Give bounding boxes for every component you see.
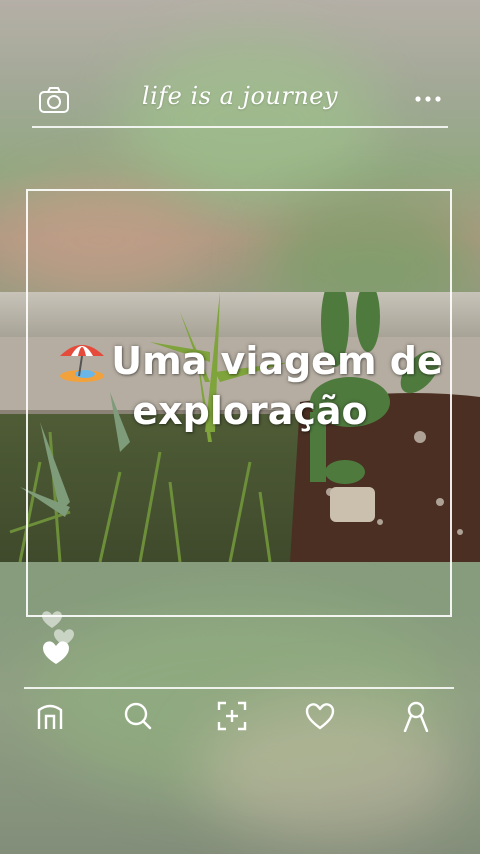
nav-divider bbox=[24, 687, 454, 689]
bottom-nav bbox=[24, 694, 454, 738]
nav-search-button[interactable] bbox=[120, 698, 156, 734]
post-caption: Uma viagem de exploração bbox=[40, 336, 460, 436]
top-bar: life is a journey bbox=[32, 80, 448, 126]
screen: life is a journey Uma viagem de exploraç… bbox=[0, 0, 480, 854]
likes-indicator[interactable] bbox=[38, 608, 84, 670]
beach-umbrella-icon bbox=[60, 345, 105, 382]
app-title: life is a journey bbox=[141, 82, 339, 110]
search-icon bbox=[124, 702, 152, 730]
caption-line-1: Uma viagem de bbox=[111, 339, 443, 383]
nav-scan-button[interactable] bbox=[214, 698, 250, 734]
more-icon[interactable] bbox=[414, 94, 442, 104]
nav-favorites-button[interactable] bbox=[302, 698, 338, 734]
home-icon bbox=[37, 704, 63, 729]
caption-line-2: exploração bbox=[132, 389, 368, 433]
profile-icon bbox=[403, 701, 429, 732]
heart-icon bbox=[42, 611, 62, 628]
scan-plus-icon bbox=[217, 701, 247, 731]
heart-filled-icon bbox=[43, 641, 69, 664]
header-divider bbox=[32, 126, 448, 128]
nav-profile-button[interactable] bbox=[398, 698, 434, 734]
nav-home-button[interactable] bbox=[32, 698, 68, 734]
heart-icon bbox=[305, 703, 335, 730]
